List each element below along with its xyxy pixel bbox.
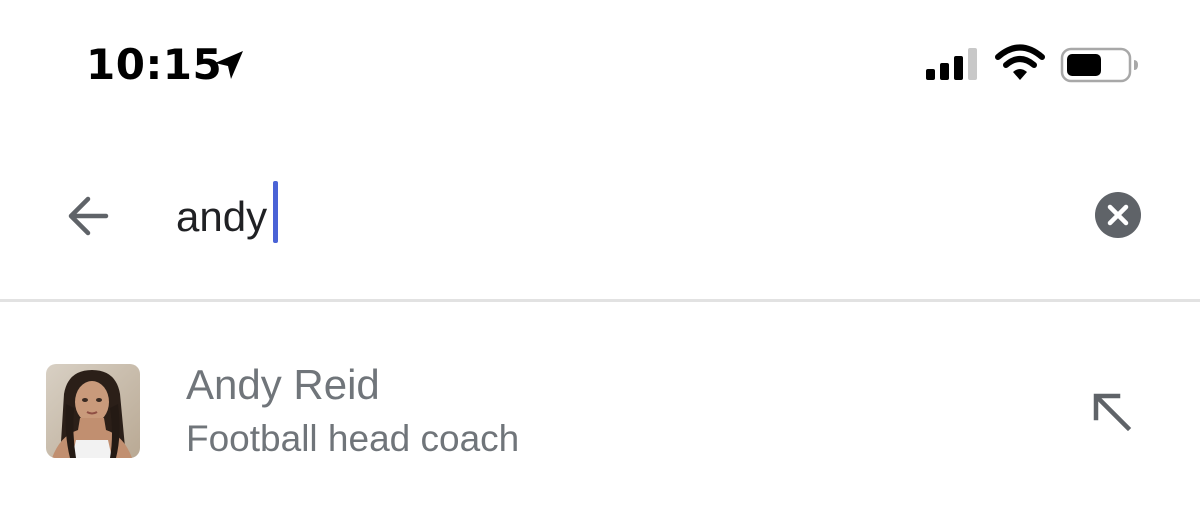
status-bar: 10:15 [0, 0, 1200, 130]
search-input[interactable] [174, 176, 1058, 258]
cellular-signal-icon [926, 48, 977, 80]
suggestion-item[interactable]: Andy Reid Football head coach [0, 302, 1200, 516]
text-cursor [273, 181, 278, 243]
person-photo-thumbnail [46, 364, 140, 458]
suggestion-subtitle: Football head coach [186, 418, 520, 459]
arrow-up-left-icon[interactable] [1086, 386, 1136, 436]
clear-search-icon[interactable] [1093, 190, 1143, 240]
location-arrow-icon [215, 51, 243, 79]
battery-icon [1060, 47, 1138, 83]
status-time: 10:15 [86, 40, 223, 89]
search-header [0, 150, 1200, 300]
suggestion-title: Andy Reid [186, 361, 380, 408]
wifi-icon [995, 44, 1045, 80]
back-arrow-icon[interactable] [58, 188, 128, 244]
